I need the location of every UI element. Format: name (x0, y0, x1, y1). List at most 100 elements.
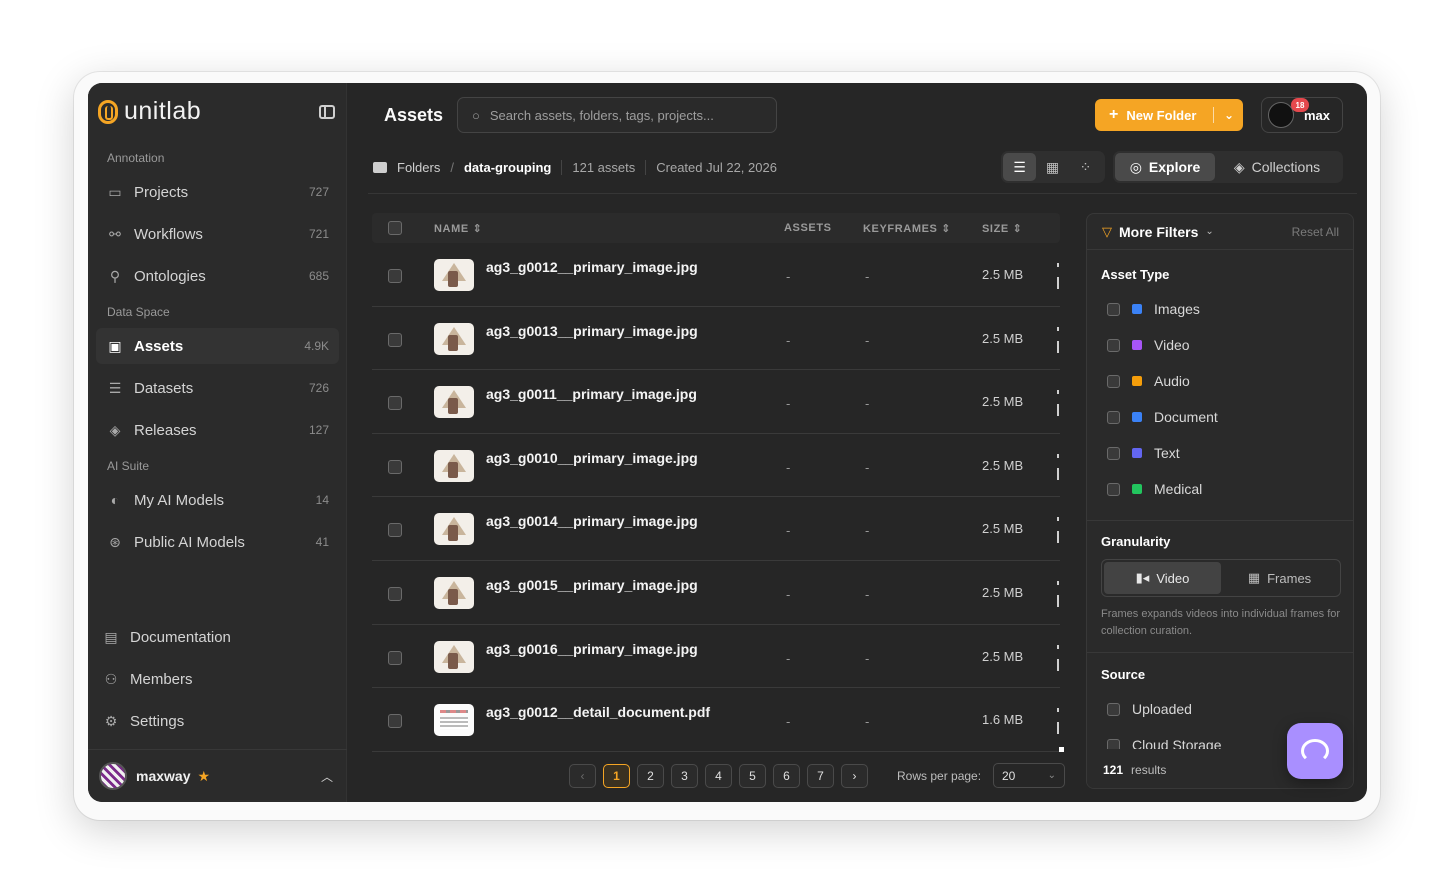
asset-type-checkbox[interactable] (1107, 446, 1120, 460)
user-menu[interactable]: maxway ★ ︿ (88, 749, 347, 802)
column-header-keyframes[interactable]: KEYFRAMES ⇕ (863, 222, 951, 235)
asset-thumbnail[interactable] (434, 259, 474, 291)
sidebar-item-assets[interactable]: ▣ Assets 4.9K (96, 328, 339, 364)
sidebar-item-public-ai-models[interactable]: ⊛ Public AI Models 41 (96, 524, 339, 560)
asset-name[interactable]: ag3_g0013__primary_image.jpg (486, 323, 698, 339)
table-row[interactable]: ag3_g0014__primary_image.jpg - - 2.5 MB (372, 497, 1060, 561)
row-checkbox[interactable] (388, 523, 402, 538)
next-page-button[interactable]: › (841, 764, 868, 788)
row-checkbox[interactable] (388, 714, 402, 729)
prev-page-button[interactable]: ‹ (569, 764, 596, 788)
sidebar-item-datasets[interactable]: ☰ Datasets 726 (96, 370, 339, 406)
breadcrumb-current[interactable]: data-grouping (464, 160, 551, 175)
table-row[interactable]: ag3_g0012__primary_image.jpg - - 2.5 MB (372, 243, 1060, 307)
notification-badge: 18 (1291, 98, 1309, 112)
sidebar-item-ontologies[interactable]: ⚲ Ontologies 685 (96, 258, 339, 294)
asset-type-checkbox[interactable] (1107, 302, 1120, 316)
asset-type-option-document[interactable]: Document (1107, 409, 1218, 425)
asset-assets-count: - (786, 459, 791, 475)
granularity-frames-button[interactable]: ▦ Frames (1221, 562, 1338, 594)
granularity-video-button[interactable]: ▮◂ Video (1104, 562, 1221, 594)
asset-thumbnail[interactable] (434, 449, 474, 482)
sidebar-toggle-icon[interactable] (319, 105, 335, 119)
row-checkbox[interactable] (388, 459, 402, 474)
table-header: NAME ⇕ ASSETS KEYFRAMES ⇕ SIZE ⇕ (372, 213, 1060, 243)
explore-button[interactable]: ◎ Explore (1115, 153, 1215, 181)
asset-thumbnail[interactable] (434, 513, 474, 546)
created-date: Created Jul 22, 2026 (645, 160, 777, 175)
sidebar-item-settings[interactable]: ⚙ Settings (96, 703, 339, 739)
sidebar-item-my-ai-models[interactable]: ◐ My AI Models 14 (96, 482, 339, 518)
asset-type-option-text[interactable]: Text (1107, 445, 1180, 461)
logo[interactable]: unitlab (98, 97, 201, 126)
asset-thumbnail[interactable] (434, 322, 474, 355)
sidebar-item-workflows[interactable]: ⚯ Workflows 721 (96, 216, 339, 252)
asset-type-checkbox[interactable] (1107, 374, 1120, 388)
sidebar-item-projects[interactable]: ▭ Projects 727 (96, 174, 339, 210)
page-button-2[interactable]: 2 (637, 764, 664, 788)
profile-button[interactable]: 18 max (1261, 97, 1343, 133)
asset-type-label: Document (1154, 409, 1218, 425)
select-all-checkbox[interactable] (388, 221, 402, 235)
filters-header[interactable]: ▽ More Filters ⌄ Reset All (1087, 214, 1353, 250)
search-input[interactable]: ○ Search assets, folders, tags, projects… (457, 97, 777, 133)
asset-thumbnail[interactable] (434, 640, 474, 673)
reset-all-button[interactable]: Reset All (1292, 225, 1339, 239)
sidebar-item-members[interactable]: ⚇ Members (96, 661, 339, 697)
page-button-7[interactable]: 7 (807, 764, 834, 788)
table-row[interactable]: ag3_g0016__primary_image.jpg - - 2.5 MB (372, 625, 1060, 689)
table-row[interactable]: ag3_g0011__primary_image.jpg - - 2.5 MB (372, 370, 1060, 434)
asset-name[interactable]: ag3_g0015__primary_image.jpg (486, 577, 698, 593)
asset-name[interactable]: ag3_g0016__primary_image.jpg (486, 641, 698, 657)
sidebar-item-documentation[interactable]: ▤ Documentation (96, 619, 339, 655)
page-button-5[interactable]: 5 (739, 764, 766, 788)
asset-name[interactable]: ag3_g0011__primary_image.jpg (486, 386, 697, 402)
breadcrumb-root[interactable]: Folders (397, 160, 440, 175)
page-button-1[interactable]: 1 (603, 764, 630, 788)
asset-name[interactable]: ag3_g0012__detail_document.pdf (486, 704, 710, 720)
page-button-3[interactable]: 3 (671, 764, 698, 788)
grid-view-icon[interactable]: ▦ (1036, 153, 1069, 181)
asset-type-label: Images (1154, 301, 1200, 317)
row-overflow-edge (1057, 263, 1059, 289)
collections-button[interactable]: ◈ Collections (1215, 153, 1339, 181)
asset-thumbnail[interactable] (434, 704, 474, 737)
table-row[interactable]: ag3_g0010__primary_image.jpg - - 2.5 MB (372, 434, 1060, 498)
members-icon: ⚇ (104, 670, 118, 687)
table-row[interactable]: ag3_g0013__primary_image.jpg - - 2.5 MB (372, 307, 1060, 371)
asset-type-option-images[interactable]: Images (1107, 301, 1200, 317)
asset-type-option-video[interactable]: Video (1107, 337, 1190, 353)
asset-thumbnail[interactable] (434, 386, 474, 419)
scatter-view-icon[interactable]: ⁘ (1069, 153, 1102, 181)
rows-per-page-select[interactable]: 20 ⌄ (993, 763, 1065, 788)
asset-type-checkbox[interactable] (1107, 482, 1120, 496)
asset-type-checkbox[interactable] (1107, 338, 1120, 352)
row-checkbox[interactable] (388, 332, 402, 347)
asset-type-checkbox[interactable] (1107, 410, 1120, 424)
sidebar-item-label: Public AI Models (134, 533, 245, 551)
source-checkbox[interactable] (1107, 702, 1120, 716)
source-option-uploaded[interactable]: Uploaded (1107, 701, 1192, 717)
asset-name[interactable]: ag3_g0010__primary_image.jpg (486, 450, 698, 466)
row-checkbox[interactable] (388, 396, 402, 411)
table-row[interactable]: ag3_g0015__primary_image.jpg - - 2.5 MB (372, 561, 1060, 625)
chevron-down-icon[interactable]: ⌄ (1224, 108, 1234, 122)
table-row[interactable]: ag3_g0012__detail_document.pdf - - 1.6 MB (372, 688, 1060, 752)
column-header-size[interactable]: SIZE ⇕ (982, 222, 1022, 235)
page-button-4[interactable]: 4 (705, 764, 732, 788)
asset-type-option-audio[interactable]: Audio (1107, 373, 1190, 389)
row-checkbox[interactable] (388, 650, 402, 665)
row-checkbox[interactable] (388, 586, 402, 601)
new-folder-button[interactable]: + New Folder ⌄ (1095, 99, 1243, 131)
chat-button[interactable] (1287, 723, 1343, 779)
column-header-name[interactable]: NAME ⇕ (434, 222, 482, 235)
asset-name[interactable]: ag3_g0012__primary_image.jpg (486, 259, 698, 275)
row-checkbox[interactable] (388, 269, 402, 283)
asset-thumbnail[interactable] (434, 576, 474, 609)
list-view-icon[interactable]: ☰ (1003, 153, 1036, 181)
page-button-6[interactable]: 6 (773, 764, 800, 788)
chevron-up-icon[interactable]: ︿ (321, 768, 333, 785)
asset-name[interactable]: ag3_g0014__primary_image.jpg (486, 513, 698, 529)
sidebar-item-releases[interactable]: ◈ Releases 127 (96, 412, 339, 448)
asset-type-option-medical[interactable]: Medical (1107, 481, 1202, 497)
